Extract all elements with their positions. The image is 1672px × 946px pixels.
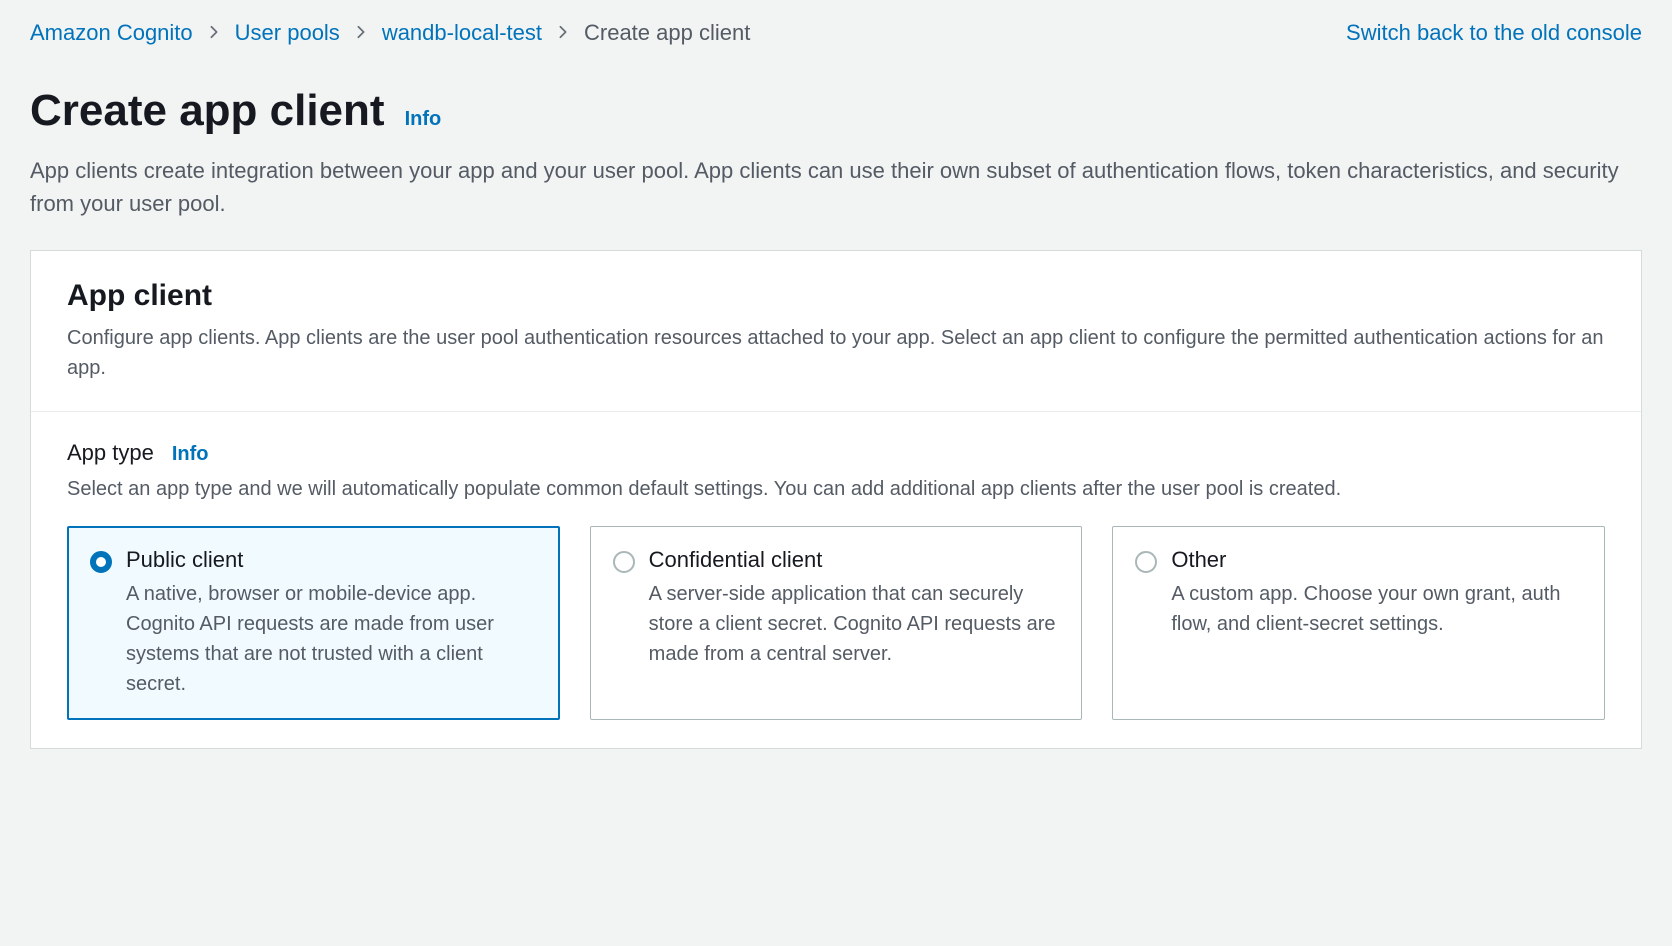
info-link-app-type[interactable]: Info — [172, 443, 209, 466]
breadcrumb-link-cognito[interactable]: Amazon Cognito — [30, 20, 193, 46]
breadcrumb-link-user-pools[interactable]: User pools — [235, 20, 340, 46]
app-type-options: Public client A native, browser or mobil… — [67, 526, 1605, 720]
page-description: App clients create integration between y… — [30, 154, 1642, 220]
radio-title: Confidential client — [649, 547, 1060, 573]
breadcrumb-link-pool-name[interactable]: wandb-local-test — [382, 20, 542, 46]
radio-title: Other — [1171, 547, 1582, 573]
page-title: Create app client — [30, 86, 385, 136]
switch-console-link[interactable]: Switch back to the old console — [1346, 20, 1642, 46]
radio-description: A server-side application that can secur… — [649, 579, 1060, 669]
radio-description: A custom app. Choose your own grant, aut… — [1171, 579, 1582, 639]
radio-icon — [1135, 551, 1157, 573]
radio-icon — [613, 551, 635, 573]
app-type-title: App type — [67, 440, 154, 466]
chevron-right-icon — [556, 23, 570, 44]
radio-title: Public client — [126, 547, 537, 573]
breadcrumb: Amazon Cognito User pools wandb-local-te… — [30, 20, 750, 46]
radio-card-other[interactable]: Other A custom app. Choose your own gran… — [1112, 526, 1605, 720]
radio-card-confidential-client[interactable]: Confidential client A server-side applic… — [590, 526, 1083, 720]
panel-description: Configure app clients. App clients are t… — [67, 323, 1605, 383]
radio-icon — [90, 551, 112, 573]
app-type-description: Select an app type and we will automatic… — [67, 474, 1605, 504]
panel-header: App client Configure app clients. App cl… — [31, 251, 1641, 412]
radio-card-public-client[interactable]: Public client A native, browser or mobil… — [67, 526, 560, 720]
chevron-right-icon — [354, 23, 368, 44]
panel-body: App type Info Select an app type and we … — [31, 412, 1641, 748]
radio-description: A native, browser or mobile-device app. … — [126, 579, 537, 699]
page-header: Create app client Info App clients creat… — [30, 86, 1642, 220]
chevron-right-icon — [207, 23, 221, 44]
breadcrumb-current: Create app client — [584, 20, 750, 46]
panel-title: App client — [67, 279, 1605, 313]
info-link-header[interactable]: Info — [405, 108, 442, 131]
app-client-panel: App client Configure app clients. App cl… — [30, 250, 1642, 749]
top-bar: Amazon Cognito User pools wandb-local-te… — [30, 20, 1642, 46]
